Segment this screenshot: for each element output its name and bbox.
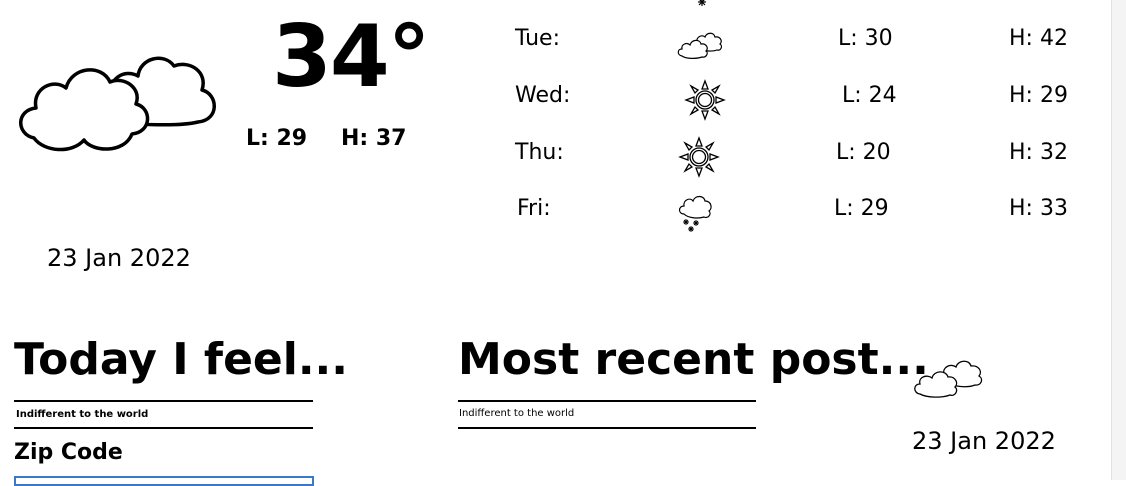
forecast-low: L: 29 bbox=[834, 196, 889, 221]
forecast-day: Wed: bbox=[515, 83, 571, 108]
forecast-day: Tue: bbox=[515, 26, 560, 51]
sun-icon bbox=[684, 79, 726, 121]
sun-icon bbox=[678, 136, 720, 178]
cloudy-icon bbox=[677, 32, 723, 59]
forecast-row: Thu: L: 20 H: 32 bbox=[0, 136, 1126, 180]
divider bbox=[14, 400, 313, 402]
forecast-low: L: 30 bbox=[838, 26, 893, 51]
feel-status: Indifferent to the world bbox=[16, 409, 149, 420]
divider bbox=[458, 400, 756, 402]
current-date: 23 Jan 2022 bbox=[47, 244, 191, 272]
feel-heading: Today I feel... bbox=[14, 334, 348, 385]
forecast-high: H: 29 bbox=[1009, 83, 1068, 108]
forecast-day: Thu: bbox=[515, 140, 564, 165]
divider bbox=[458, 427, 756, 429]
forecast-row: Fri: L: 29 H: 33 bbox=[0, 195, 1126, 236]
forecast-day: Fri: bbox=[517, 196, 551, 221]
forecast-low: L: 20 bbox=[836, 140, 891, 165]
forecast-low: L: 24 bbox=[842, 83, 897, 108]
forecast-high: H: 33 bbox=[1009, 196, 1068, 221]
forecast-high: H: 32 bbox=[1009, 140, 1068, 165]
recent-post-text: Indifferent to the world bbox=[459, 408, 575, 419]
snow-icon bbox=[678, 195, 712, 232]
zip-label: Zip Code bbox=[14, 440, 123, 465]
cloudy-icon bbox=[914, 360, 983, 398]
snow-icon bbox=[698, 0, 706, 6]
recent-post-date: 23 Jan 2022 bbox=[912, 427, 1056, 455]
recent-post-heading: Most recent post... bbox=[458, 334, 929, 385]
forecast-row: Tue: L: 30 H: 42 bbox=[0, 26, 1126, 66]
forecast-high: H: 42 bbox=[1009, 26, 1068, 51]
divider bbox=[14, 427, 313, 429]
scrollbar[interactable] bbox=[1111, 0, 1126, 480]
zip-code-input[interactable] bbox=[14, 476, 314, 486]
forecast-row: Wed: L: 24 H: 29 bbox=[0, 79, 1126, 123]
